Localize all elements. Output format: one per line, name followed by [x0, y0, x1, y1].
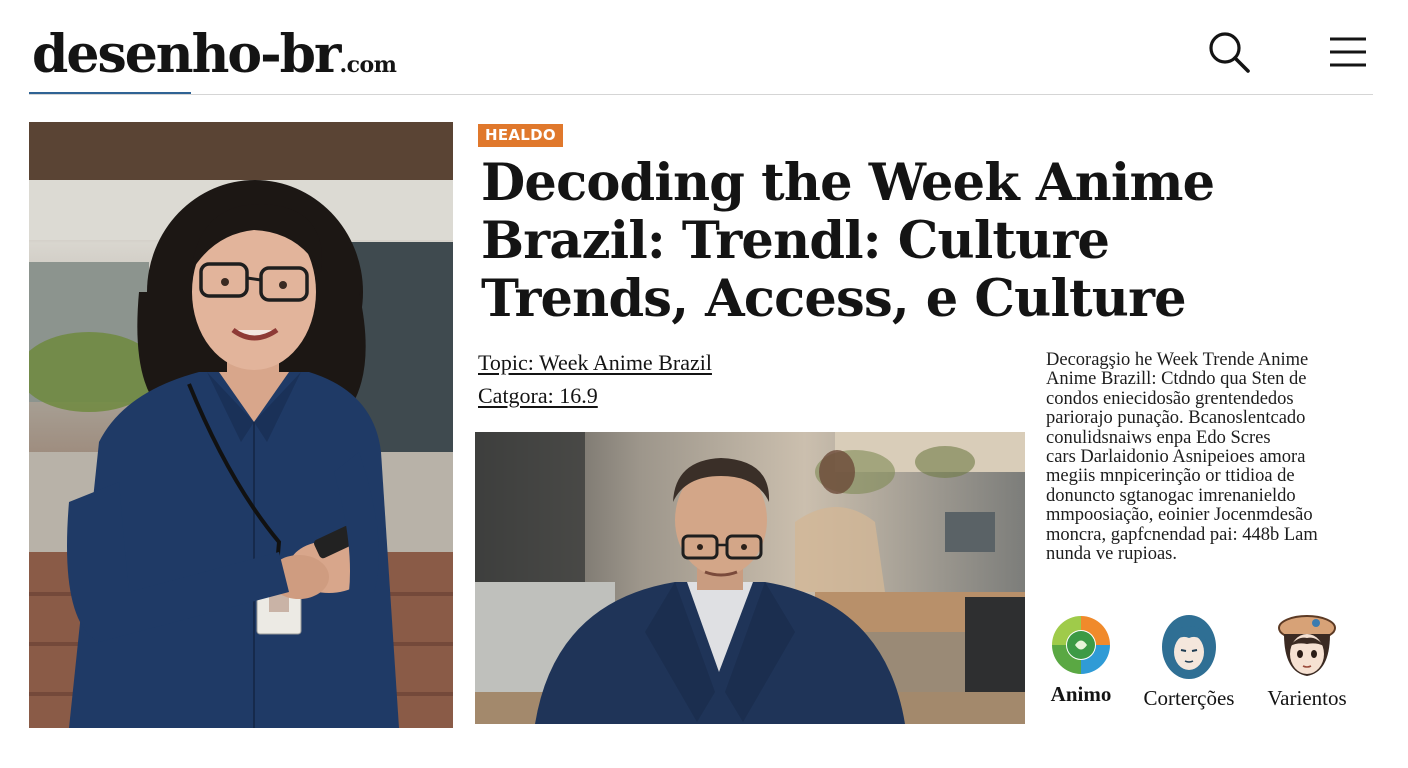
article-headline: Decoding the Week Anime Brazil: Trendl: …	[481, 154, 1241, 328]
body-line: Decoragşio he Week Trende Anime	[1046, 350, 1309, 370]
article-body: Decoragşio he Week Trende Anime Anime Br…	[1046, 350, 1364, 565]
body-line: nunda ve rupioas.	[1046, 544, 1178, 565]
topic-link[interactable]: Topic: Week Anime Brazil	[478, 350, 712, 376]
anime-boy-avatar-icon	[1162, 615, 1216, 679]
header-divider	[29, 94, 1373, 95]
logo-tld-text: .com	[339, 52, 397, 78]
tag-animo[interactable]: Animo	[1026, 614, 1136, 707]
tag-label: Corterções	[1143, 686, 1235, 710]
tag-label: Animo	[1050, 682, 1112, 706]
menu-button[interactable]	[1324, 28, 1372, 76]
site-logo[interactable]: desenho-br.com	[32, 24, 397, 85]
tag-label: Varientos	[1267, 686, 1347, 710]
anime-colorful-circle-icon	[1052, 616, 1110, 674]
headline-line: Decoding the Week Anime	[481, 153, 1215, 213]
category-link[interactable]: Catgora: 16.9	[478, 383, 598, 409]
body-line: moncra, gapfcnendad pai: 448b Lam	[1046, 524, 1318, 545]
hamburger-menu-icon	[1330, 37, 1366, 67]
anime-girl-beret-icon	[1278, 615, 1336, 676]
search-button[interactable]	[1205, 28, 1253, 76]
body-line: conulidsnaiws enpa Edo Scres	[1046, 427, 1271, 448]
body-line: mmpoosiação, eoinier Jocenmdesão	[1046, 505, 1313, 526]
headline-line: Trends, Access, e Culture	[481, 269, 1187, 329]
logo-main-text: desenho-br	[32, 24, 341, 85]
body-line: donuncto sgtanogac imrenanieldo	[1046, 485, 1296, 506]
body-line: pariorajo punação. Bcanoslentcado	[1046, 408, 1306, 429]
category-badge[interactable]: HEALDO	[478, 124, 563, 147]
body-line: Anime Brazill: Ctdndo qua Sten de	[1046, 369, 1307, 390]
site-header: desenho-br.com	[0, 0, 1408, 100]
body-line: condos eniecidosão grentendedos	[1046, 388, 1294, 409]
body-line: cars Darlaidonio Asnipeioes amora	[1046, 447, 1306, 468]
body-line: megiis mnpicerinção or ttidioa de	[1046, 466, 1295, 487]
featured-photo-woman[interactable]	[29, 122, 453, 728]
tag-corterções[interactable]: Corterções	[1134, 614, 1244, 711]
tag-varientos[interactable]: Varientos	[1252, 614, 1362, 711]
article-photo-man[interactable]	[475, 432, 1025, 724]
search-icon	[1209, 32, 1250, 73]
headline-line: Brazil: Trendl: Culture	[481, 211, 1110, 271]
